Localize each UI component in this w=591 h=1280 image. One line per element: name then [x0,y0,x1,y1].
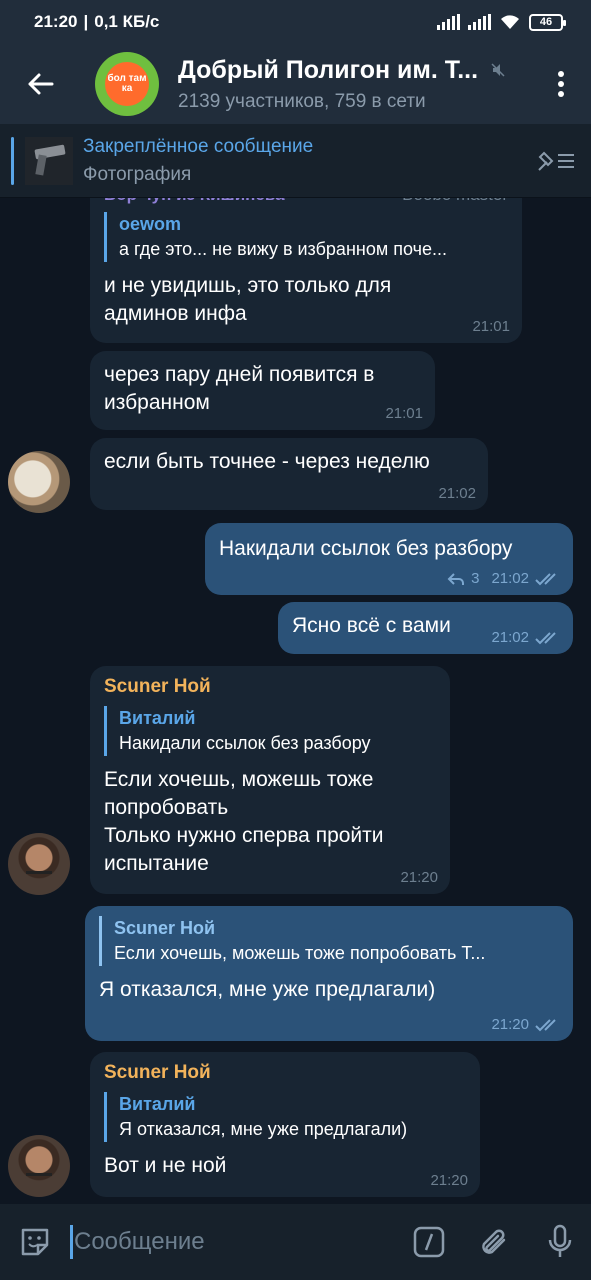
message-text: Если хочешь, можешь тоже попробовать Тол… [104,768,384,875]
more-button[interactable] [531,44,591,124]
group-avatar[interactable]: бол там ка [95,52,159,116]
pinned-list-button[interactable] [521,148,591,174]
chat-info[interactable]: Добрый Полигон им. Т... 2139 участников,… [178,56,531,113]
pinned-subtitle: Фотография [83,163,192,185]
attach-button[interactable] [459,1204,529,1280]
voice-record-button[interactable] [529,1204,591,1280]
quote-text: а где это... не вижу в избранном поче... [119,239,447,259]
reply-quote[interactable]: Виталий Накидали ссылок без разбору [104,706,436,756]
status-net-speed: 0,1 КБ/с [94,12,160,31]
message-time: 21:20 [430,1172,468,1189]
message-bubble[interactable]: через пару дней появится в избранном 21:… [90,351,435,430]
message-bubble[interactable]: Ясно всё с вами 21:02 [278,602,573,654]
message-time: 21:20 [400,869,438,886]
microphone-icon [548,1224,572,1257]
status-time: 21:20 [34,12,78,31]
quote-text: Накидали ссылок без разбору [119,733,371,753]
double-check-icon [535,631,556,644]
slash-command-icon [413,1226,445,1258]
reply-count[interactable]: 3 [471,570,479,587]
compose-bar: Сообщение [0,1204,591,1280]
sticker-icon [21,1228,49,1256]
quote-text: Если хочешь, можешь тоже попробовать Т..… [114,943,486,963]
message-sender[interactable]: Scuner Ной [104,676,436,698]
message-input[interactable]: Сообщение [70,1225,399,1259]
muted-icon [491,63,505,77]
message-time: 21:01 [472,318,510,335]
message-text: Вот и не ной [104,1154,227,1177]
admin-title: Boobo master [402,198,508,206]
quote-author: oewom [119,214,182,234]
chat-header: бол там ка Добрый Полигон им. Т... 2139 … [0,44,591,124]
signal-icon-2 [468,14,491,30]
message-time: 21:01 [385,405,423,422]
message-bubble[interactable]: Scuner Ной Виталий Я отказался, мне уже … [90,1052,480,1197]
arrow-left-icon [28,73,54,95]
wifi-icon [501,15,519,29]
quote-author: Scuner Ной [114,918,216,938]
message-text: и не увидишь, это только для админов инф… [104,274,392,325]
pinned-message-bar[interactable]: Закреплённое сообщение Фотография [0,124,591,198]
message-time: 21:02 [438,485,476,502]
message-list[interactable]: Вор чун из Кишинева Boobo master oewom а… [0,198,591,1204]
avatar[interactable] [8,1135,70,1197]
pinned-title: Закреплённое сообщение [83,135,314,157]
message-time: 21:20 [491,1016,529,1033]
message-bubble[interactable]: Scuner Ной Виталий Накидали ссылок без р… [90,666,450,894]
reply-quote[interactable]: Scuner Ной Если хочешь, можешь тоже попр… [99,916,559,966]
message-bubble[interactable]: Накидали ссылок без разбору 3 21:02 [205,523,573,595]
double-check-icon [535,572,556,585]
bot-command-button[interactable] [399,1204,459,1280]
avatar[interactable] [8,451,70,513]
chat-members: 2139 участников, 759 в сети [178,90,426,112]
pin-list-icon [538,151,574,171]
message-time: 21:02 [491,629,529,646]
reply-quote[interactable]: oewom а где это... не вижу в избранном п… [104,212,508,262]
message-sender[interactable]: Scuner Ной [104,1062,466,1084]
message-bubble[interactable]: Scuner Ной Если хочешь, можешь тоже попр… [85,906,573,1041]
message-text: если быть точнее - через неделю [104,450,430,473]
message-text: через пару дней появится в избранном [104,363,375,414]
more-vertical-icon [558,71,564,97]
double-check-icon [535,1018,556,1031]
paperclip-icon [482,1229,506,1254]
reply-arrow-icon[interactable] [447,572,465,586]
quote-text: Я отказался, мне уже предлагали) [119,1119,408,1139]
reply-quote[interactable]: Виталий Я отказался, мне уже предлагали) [104,1092,466,1142]
message-text: Накидали ссылок без разбору [219,537,513,560]
battery-icon: 46 [529,13,566,31]
message-text: Я отказался, мне уже предлагали) [99,978,436,1001]
signal-icon [437,14,460,30]
message-bubble[interactable]: если быть точнее - через неделю 21:02 [90,438,488,510]
back-button[interactable] [0,44,80,124]
quote-author: Виталий [119,708,196,728]
pinned-thumbnail [25,136,73,185]
quote-author: Виталий [119,1094,196,1114]
chat-title: Добрый Полигон им. Т... [178,55,479,84]
group-avatar-logo: бол там ка [105,62,149,106]
emoji-button[interactable] [0,1204,70,1280]
status-bar: 21:20 | 0,1 КБ/с 46 [0,0,591,44]
pinned-indicator [11,136,14,185]
message-sender: Вор чун из Кишинева [104,198,285,206]
message-bubble[interactable]: Вор чун из Кишинева Boobo master oewom а… [90,198,522,343]
status-icons: 46 [437,13,566,31]
message-input-placeholder: Сообщение [74,1228,205,1255]
avatar[interactable] [8,833,70,895]
message-time: 21:02 [491,570,529,587]
